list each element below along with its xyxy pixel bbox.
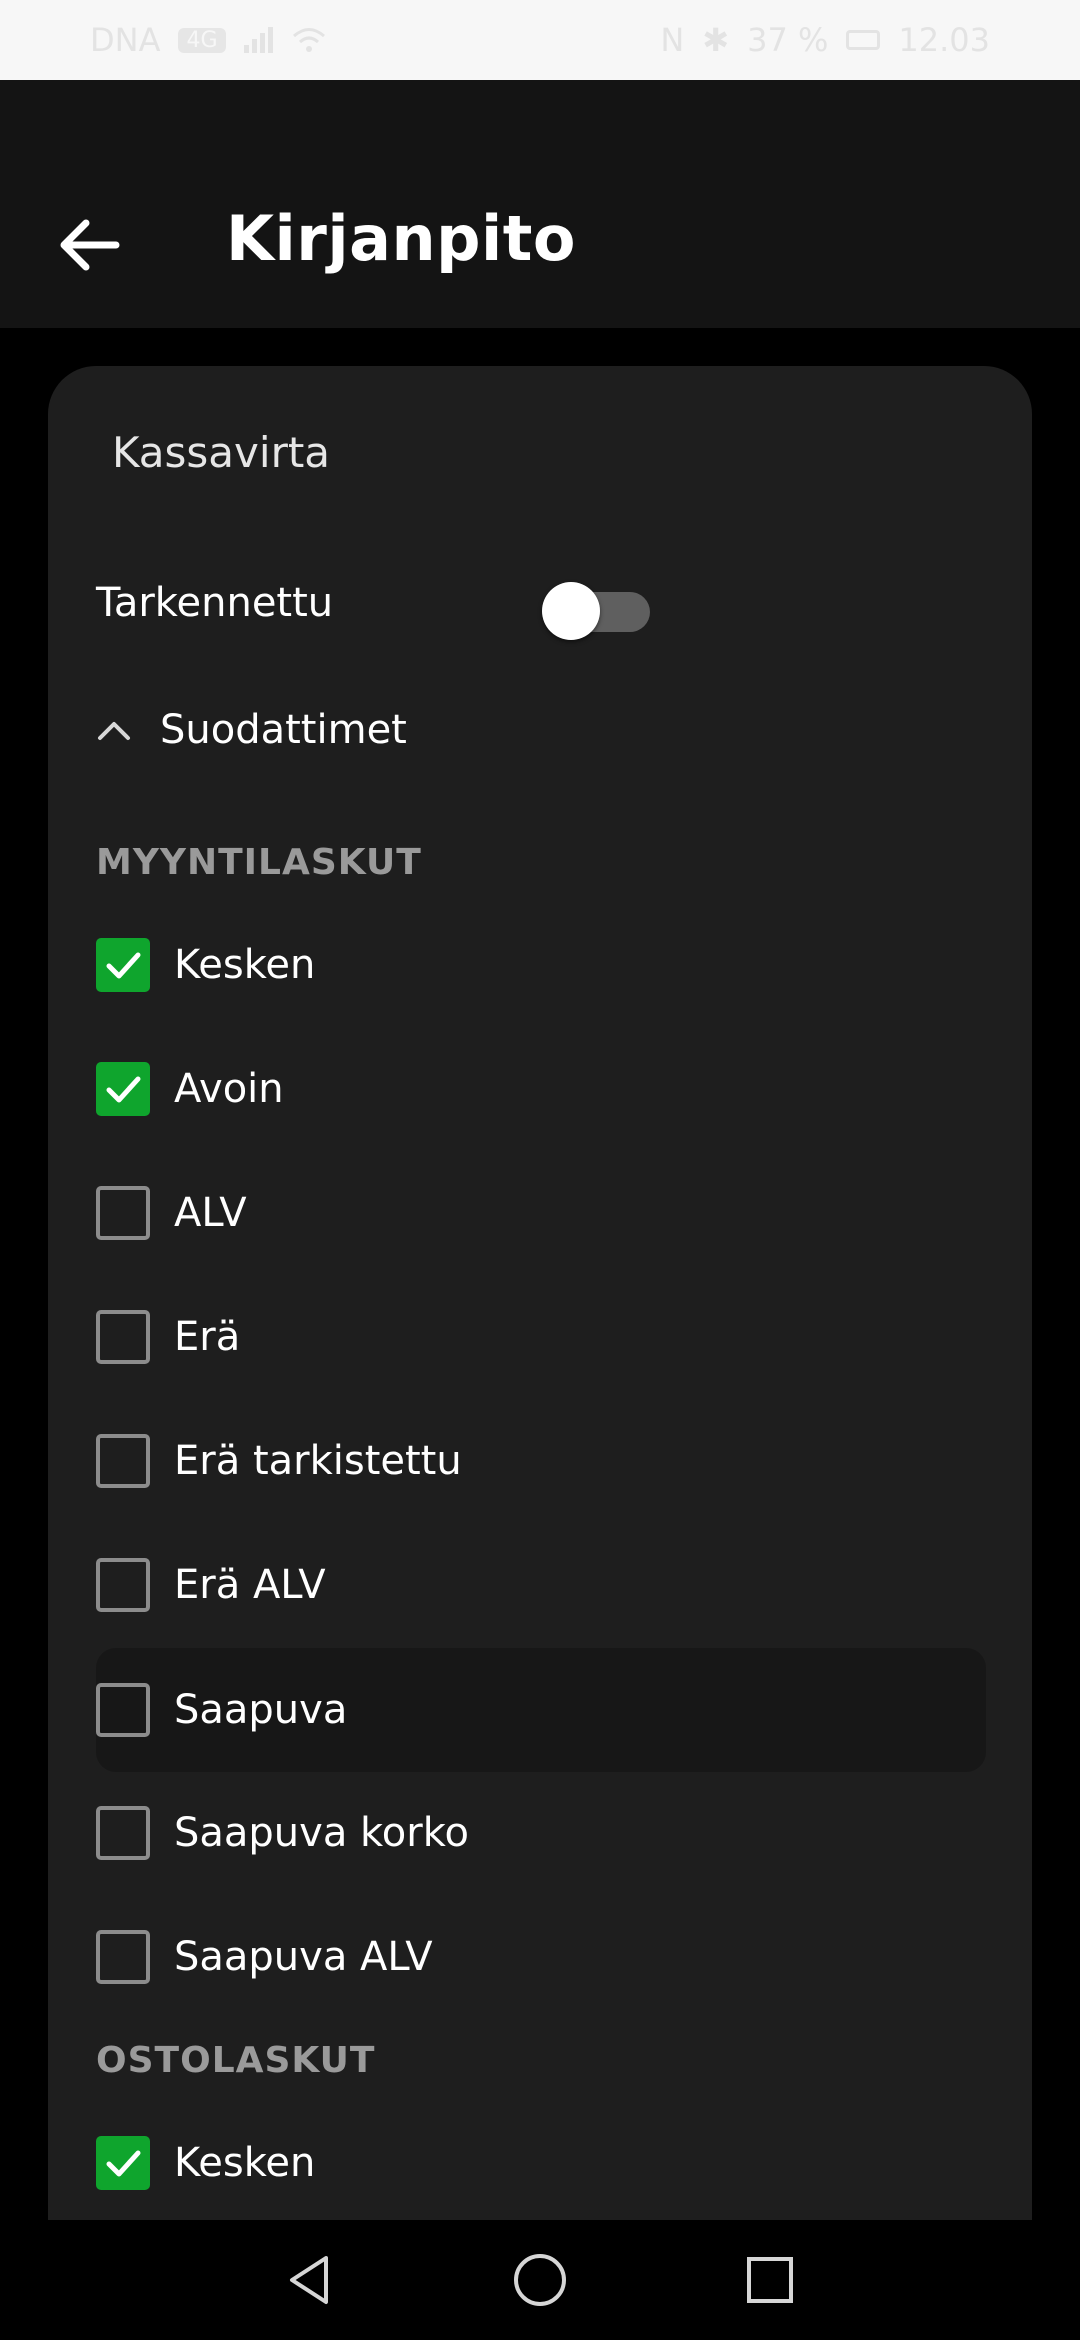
status-time: 12.03: [898, 21, 990, 59]
nfc-icon: N: [660, 21, 685, 59]
filters-expand-toggle[interactable]: Suodattimet: [96, 700, 407, 760]
app-bar: Kirjanpito: [0, 80, 1080, 328]
filter-label: Erä ALV: [174, 1562, 326, 1608]
filter-label: Kesken: [174, 942, 316, 988]
checkbox-checked: [96, 1062, 150, 1116]
checkbox-unchecked: [96, 1558, 150, 1612]
advanced-label: Tarkennettu: [96, 580, 334, 626]
checkbox-unchecked: [96, 1930, 150, 1984]
signal-icon: [243, 27, 273, 53]
filter-sales-avoin[interactable]: Avoin: [96, 1034, 986, 1144]
page-title: Kirjanpito: [226, 202, 576, 275]
card-title: Kassavirta: [112, 428, 331, 477]
square-recents-icon: [747, 2257, 793, 2303]
status-right: N ✱ 37 % 12.03: [660, 21, 990, 59]
checkbox-unchecked: [96, 1186, 150, 1240]
filter-sales-era-alv[interactable]: Erä ALV: [96, 1530, 986, 1640]
chevron-up-icon: [98, 722, 130, 740]
check-icon: [106, 952, 141, 979]
filters-label: Suodattimet: [160, 707, 407, 753]
filter-label: Saapuva ALV: [174, 1934, 433, 1980]
filter-label: Erä: [174, 1314, 241, 1360]
status-left: DNA 4G: [90, 21, 326, 59]
section-header-purchase-invoices: OSTOLASKUT: [96, 2040, 376, 2081]
filter-sales-era-tarkistettu[interactable]: Erä tarkistettu: [96, 1406, 986, 1516]
checkbox-unchecked: [96, 1310, 150, 1364]
battery-icon: [846, 30, 881, 50]
cashflow-card: Kassavirta Tarkennettu Suodattimet MYYNT…: [48, 366, 1032, 2340]
filter-sales-era[interactable]: Erä: [96, 1282, 986, 1392]
checkbox-unchecked: [96, 1806, 150, 1860]
system-nav-bar: [0, 2220, 1080, 2340]
filter-label: Erä tarkistettu: [174, 1438, 462, 1484]
checkbox-unchecked: [96, 1434, 150, 1488]
filter-sales-saapuva-korko[interactable]: Saapuva korko: [96, 1778, 986, 1888]
back-button[interactable]: [48, 205, 128, 285]
status-bar: DNA 4G N ✱ 37 % 12.03: [0, 0, 1080, 80]
filter-sales-saapuva-alv[interactable]: Saapuva ALV: [96, 1902, 986, 2012]
filter-purchase-kesken[interactable]: Kesken: [96, 2108, 986, 2218]
check-icon: [106, 1076, 141, 1103]
nav-back-button[interactable]: [270, 2240, 350, 2320]
checkbox-unchecked: [96, 1683, 150, 1737]
section-header-sales-invoices: MYYNTILASKUT: [96, 842, 422, 883]
circle-home-icon: [514, 2254, 566, 2306]
wifi-icon: [292, 28, 325, 52]
check-icon: [106, 2150, 141, 2177]
arrow-left-icon: [60, 219, 120, 271]
filter-label: Avoin: [174, 1066, 284, 1112]
filter-label: ALV: [174, 1190, 247, 1236]
triangle-back-icon: [290, 2256, 328, 2304]
advanced-toggle[interactable]: [540, 574, 652, 640]
nav-recents-button[interactable]: [730, 2240, 810, 2320]
nav-home-button[interactable]: [500, 2240, 580, 2320]
checkbox-checked: [96, 938, 150, 992]
battery-percent: 37 %: [747, 21, 829, 59]
bluetooth-icon: ✱: [702, 21, 730, 59]
filter-label: Saapuva korko: [174, 1810, 469, 1856]
filter-sales-alv[interactable]: ALV: [96, 1158, 986, 1268]
checkbox-checked: [96, 2136, 150, 2190]
toggle-knob: [542, 582, 600, 640]
carrier-label: DNA: [90, 21, 161, 59]
filter-sales-saapuva[interactable]: Saapuva: [96, 1648, 986, 1772]
filter-label: Kesken: [174, 2140, 316, 2186]
filter-label: Saapuva: [174, 1687, 348, 1733]
filter-sales-kesken[interactable]: Kesken: [96, 910, 986, 1020]
network-badge: 4G: [178, 27, 226, 53]
